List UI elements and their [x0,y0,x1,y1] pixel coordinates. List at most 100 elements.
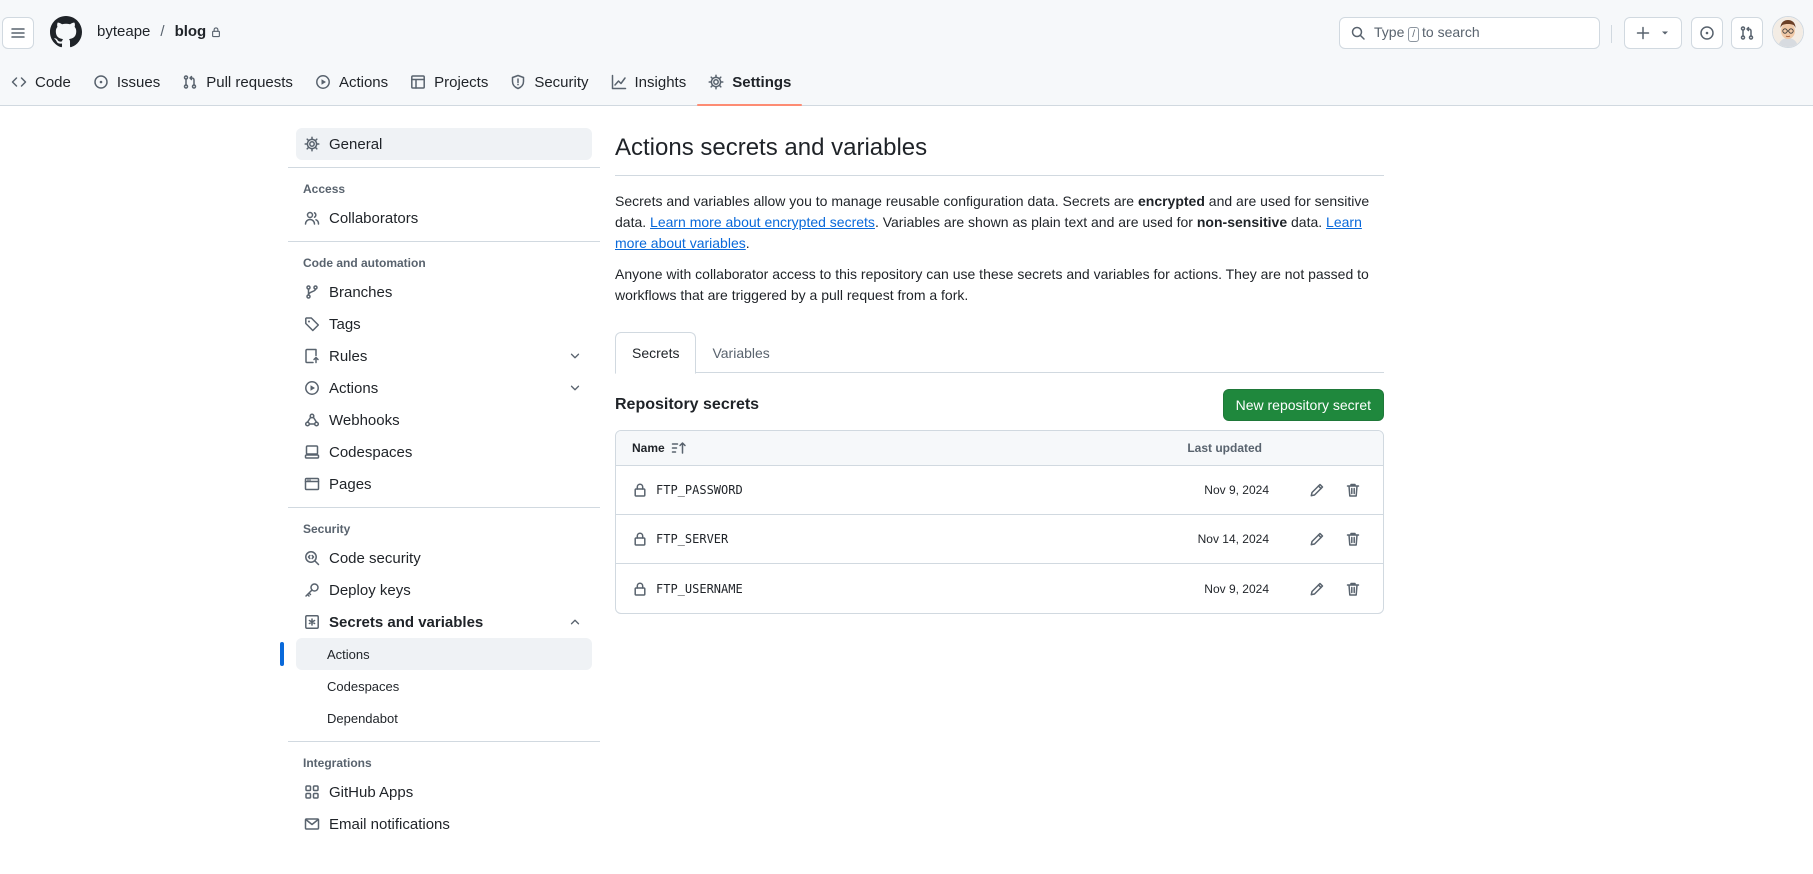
table-icon [411,75,426,89]
secrets-variables-tabs: Secrets Variables [615,332,1384,374]
tab-projects[interactable]: Projects [399,68,499,96]
code-icon [11,77,27,87]
delete-secret-button[interactable] [1339,575,1367,603]
tab-pull-requests[interactable]: Pull requests [171,68,304,96]
lock-icon [634,582,646,596]
sidebar-item-rules[interactable]: Rules [296,340,592,372]
sidebar-divider [288,741,600,742]
new-repository-secret-button[interactable]: New repository secret [1222,389,1384,421]
sidebar-item-deploy-keys[interactable]: Deploy keys [296,574,592,606]
sidebar-item-pages[interactable]: Pages [296,468,592,500]
sidebar-heading-access: Access [303,182,346,196]
create-new-button[interactable] [1624,17,1682,49]
codespaces-icon [304,445,320,459]
pencil-icon [1310,532,1324,546]
sidebar-subitem-label: Dependabot [327,710,398,726]
trash-icon [1346,532,1360,546]
breadcrumb-repo[interactable]: blog [175,23,207,40]
triangle-down-icon [1662,31,1668,35]
sidebar-item-label: Collaborators [329,209,419,227]
tab-settings-label: Settings [732,73,792,91]
search-placeholder: Type / to search [1374,24,1480,42]
edit-secret-button[interactable] [1303,525,1331,553]
secret-name: FTP_PASSWORD [656,483,743,497]
issues-button[interactable] [1691,17,1723,49]
sidebar-subitem-dependabot[interactable]: Dependabot [296,702,592,734]
tab-insights[interactable]: Insights [600,68,698,96]
tab-projects-label: Projects [434,73,489,91]
breadcrumb-separator: / [160,23,165,40]
issue-opened-icon [1700,26,1714,40]
hamburger-icon [11,28,25,38]
tag-icon [305,317,320,332]
delete-secret-button[interactable] [1339,525,1367,553]
table-row: FTP_PASSWORD Nov 9, 2024 [616,466,1383,515]
sidebar-item-secrets-and-variables[interactable]: Secrets and variables [296,606,592,638]
trash-icon [1346,582,1360,596]
issue-opened-icon [94,75,108,89]
tab-actions[interactable]: Actions [304,68,399,96]
table-header: Name Last updated [616,431,1383,466]
tab-security[interactable]: Security [499,68,599,96]
user-avatar[interactable] [1772,16,1804,48]
sidebar-item-label: Pages [329,475,372,493]
github-logo-icon[interactable] [50,16,82,48]
tab-code[interactable]: Code [0,68,82,96]
table-row: FTP_USERNAME Nov 9, 2024 [616,564,1383,613]
sidebar-item-collaborators[interactable]: Collaborators [296,202,592,234]
sidebar-item-label: Tags [329,315,361,333]
pencil-icon [1310,582,1324,595]
app-header: byteape / blog Type / to search Code Iss… [0,0,1813,106]
secrets-table: Name Last updated FTP_PASSWORD Nov 9, 20… [615,430,1384,614]
sidebar-item-github-apps[interactable]: GitHub Apps [296,776,592,808]
menu-button[interactable] [2,17,34,49]
apps-icon [305,785,319,799]
sidebar-item-label: Actions [329,379,379,397]
sidebar-subitem-actions[interactable]: Actions [280,638,592,670]
lock-icon [212,26,221,37]
header-divider [1611,25,1612,43]
sidebar-item-label: Rules [329,347,368,365]
sidebar-item-label: Secrets and variables [329,613,484,631]
sidebar-item-label: Deploy keys [329,581,411,599]
search-input[interactable]: Type / to search [1339,17,1600,49]
edit-secret-button[interactable] [1303,575,1331,603]
column-name-header[interactable]: Name [632,441,1152,455]
chevron-down-icon [570,385,580,391]
sidebar-item-tags[interactable]: Tags [296,308,592,340]
sidebar-item-actions[interactable]: Actions [296,372,592,404]
secret-name: FTP_SERVER [656,532,729,546]
tab-variables[interactable]: Variables [696,332,785,373]
delete-secret-button[interactable] [1339,476,1367,504]
codescan-icon [305,551,320,566]
page-title: Actions secrets and variables [615,128,1384,176]
sidebar-item-general[interactable]: General [296,128,592,160]
learn-more-secrets-link[interactable]: Learn more about encrypted secrets [650,214,875,230]
sidebar-item-webhooks[interactable]: Webhooks [296,404,592,436]
lock-icon [634,483,646,497]
tab-security-label: Security [534,73,589,91]
browser-icon [304,477,320,491]
mail-icon [304,818,320,830]
column-last-updated-header: Last updated [1187,441,1262,455]
pull-requests-button[interactable] [1731,17,1763,49]
breadcrumb-owner[interactable]: byteape [97,23,150,40]
tab-secrets[interactable]: Secrets [615,332,697,374]
tab-issues[interactable]: Issues [82,68,171,96]
sidebar-item-label: GitHub Apps [329,783,414,801]
settings-sidebar: General Access Collaborators Code and au… [280,128,600,840]
table-row: FTP_SERVER Nov 14, 2024 [616,515,1383,564]
gear-icon [304,136,320,152]
edit-secret-button[interactable] [1303,476,1331,504]
sidebar-item-branches[interactable]: Branches [296,276,592,308]
pencil-icon [1310,483,1324,497]
sidebar-heading-security: Security [303,522,351,536]
search-icon [1351,26,1365,40]
tab-settings[interactable]: Settings [697,68,803,106]
sidebar-subitem-codespaces[interactable]: Codespaces [296,670,592,702]
sidebar-item-email-notifications[interactable]: Email notifications [296,808,592,840]
sidebar-item-code-security[interactable]: Code security [296,542,592,574]
sidebar-item-codespaces[interactable]: Codespaces [296,436,592,468]
sidebar-item-label: General [329,135,383,153]
sidebar-item-label: Webhooks [329,411,400,429]
